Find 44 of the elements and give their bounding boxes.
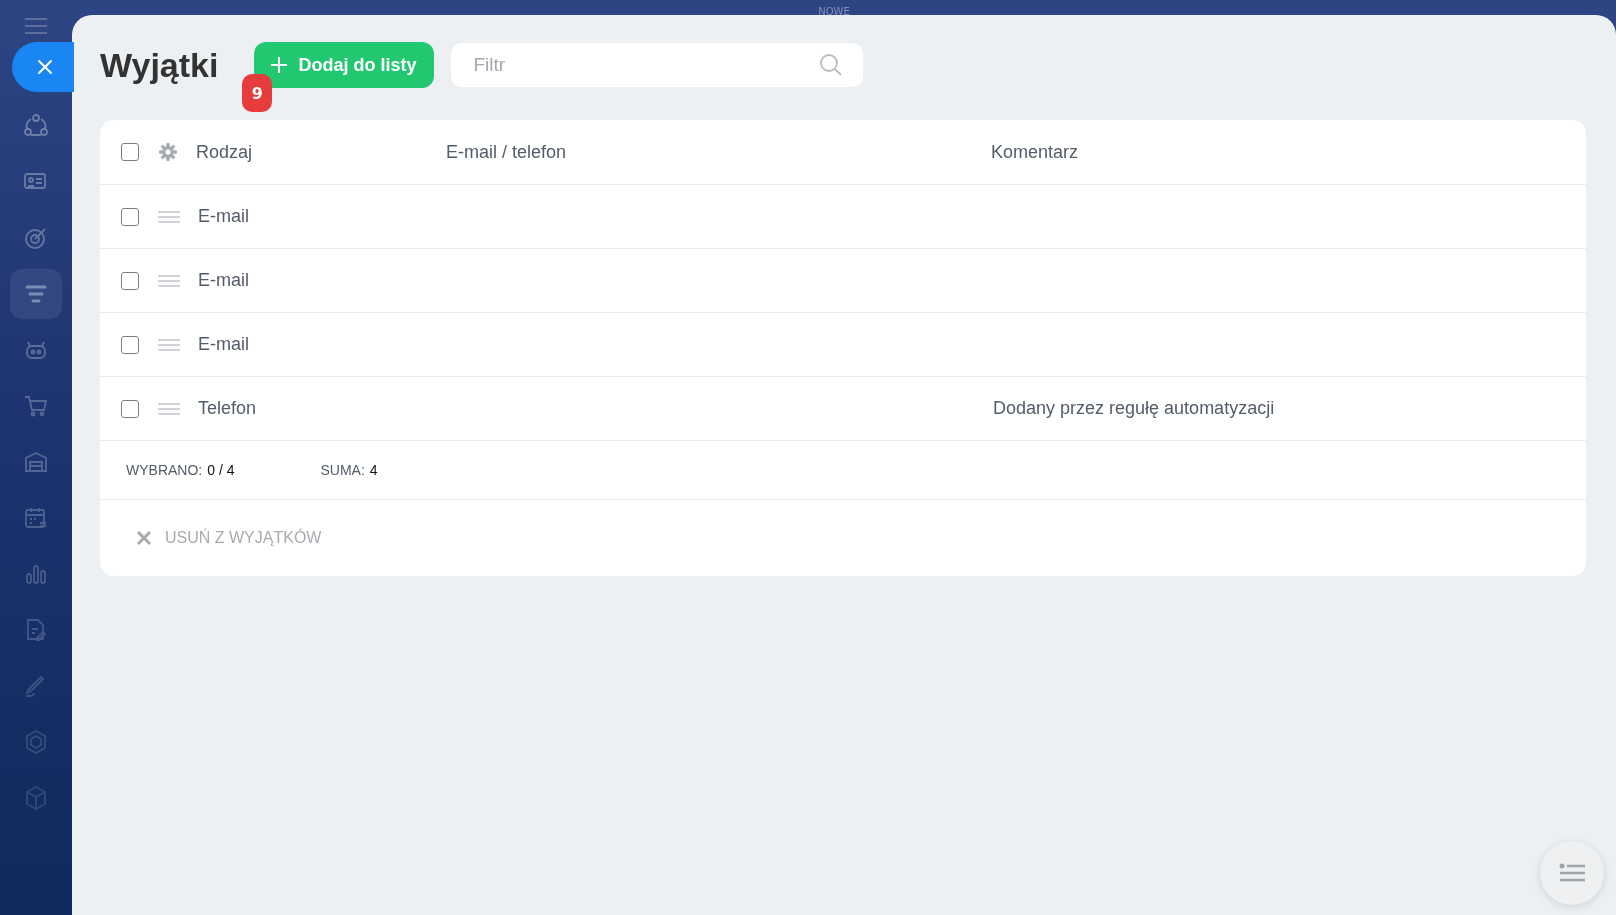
add-to-list-button[interactable]: Dodaj do listy <box>254 42 435 88</box>
row-checkbox[interactable] <box>121 399 139 418</box>
table-cell-text: E-mail <box>198 206 250 227</box>
list-icon <box>1559 863 1585 883</box>
row-checkbox[interactable] <box>121 271 139 290</box>
column-header: E-mail / telefon <box>446 141 568 163</box>
selected-label: WYBRANO: <box>126 462 203 478</box>
target-icon <box>23 225 49 251</box>
filter-field[interactable]: Filtr <box>451 43 864 87</box>
settings-icon[interactable] <box>158 142 178 162</box>
list-button[interactable] <box>1540 841 1604 905</box>
total-count: 4 <box>369 462 378 478</box>
close-icon <box>36 58 54 76</box>
search-icon <box>819 53 844 77</box>
page-title: Wyjątki <box>100 45 219 85</box>
table-cell-text: E-mail <box>198 334 250 355</box>
row-checkbox[interactable] <box>121 335 139 354</box>
warehouse-icon <box>23 449 49 475</box>
count-badge: 9 <box>242 74 273 112</box>
table-cell-text: Telefon <box>198 398 258 419</box>
remove-from-exceptions-button[interactable]: USUŃ Z WYJĄTKÓW <box>130 528 328 548</box>
calendar-icon <box>23 505 49 531</box>
drag-handle-icon[interactable] <box>158 209 180 224</box>
hexagon-icon <box>23 729 49 755</box>
total-label: SUMA: <box>320 462 365 478</box>
drag-handle-icon[interactable] <box>158 401 180 416</box>
column-header: Komentarz <box>991 141 1080 163</box>
select-all-checkbox[interactable] <box>121 143 139 161</box>
network-icon <box>23 113 49 139</box>
cross-icon <box>136 530 152 546</box>
drag-handle-icon[interactable] <box>158 337 180 352</box>
sidebar-item[interactable] <box>10 269 62 319</box>
cart-icon <box>23 393 49 419</box>
table-cell-text: E-mail <box>198 270 250 291</box>
background-label: NOWE <box>818 6 850 17</box>
table-cell: Dodany przez regułę automatyzacji <box>993 398 1275 418</box>
plus-icon <box>270 56 289 74</box>
drag-handle-icon[interactable] <box>158 273 180 288</box>
column-header: Rodzaj <box>196 141 254 163</box>
row-checkbox[interactable] <box>121 207 139 226</box>
menu-icon[interactable] <box>25 18 47 34</box>
box-icon <box>23 785 49 811</box>
selected-count: 0 / 4 <box>207 462 235 478</box>
close-button[interactable] <box>12 42 74 92</box>
